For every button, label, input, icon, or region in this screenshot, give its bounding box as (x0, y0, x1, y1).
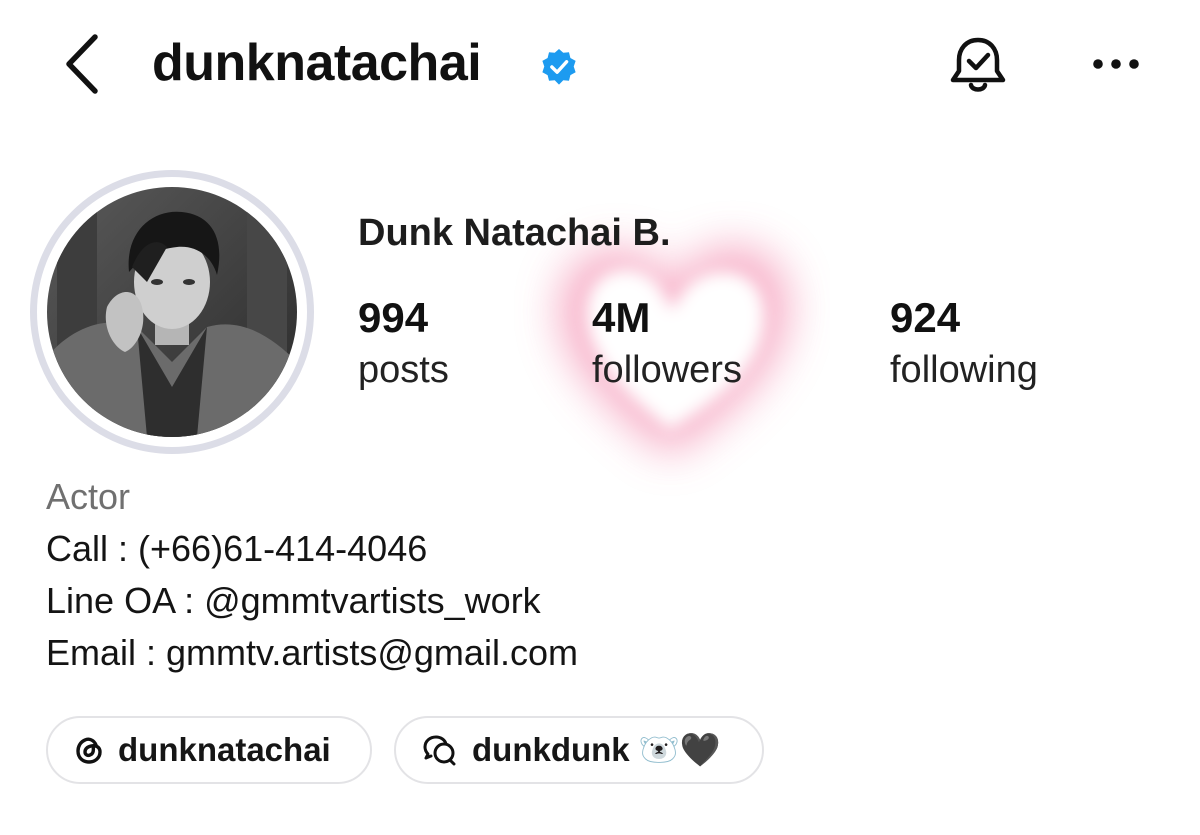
following-label: following (890, 349, 1038, 391)
chat-bubbles-icon (423, 735, 456, 766)
bell-check-icon (950, 37, 1006, 92)
bio-email[interactable]: Email : gmmtv.artists@gmail.com (46, 630, 578, 676)
bio-line-oa: Line OA : @gmmtvartists_work (46, 580, 541, 621)
followers-label: followers (592, 349, 742, 391)
profile-username: dunknatachai (152, 34, 482, 92)
display-name: Dunk Natachai B. (358, 212, 671, 254)
posts-count: 994 (358, 294, 429, 341)
more-horizontal-icon (1093, 59, 1139, 69)
threads-chip-label: dunknatachai (118, 731, 331, 768)
more-options-button[interactable] (1086, 40, 1146, 88)
avatar[interactable] (47, 187, 297, 437)
stat-followers[interactable]: 4M followers (592, 292, 742, 396)
posts-label: posts (358, 349, 449, 391)
stat-following[interactable]: 924 following (890, 292, 1038, 396)
bio-category: Actor (46, 476, 131, 517)
notifications-button[interactable] (942, 30, 1014, 102)
verified-badge-icon (542, 48, 576, 85)
threads-chip[interactable]: dunknatachai (46, 716, 372, 784)
bio-phone[interactable]: Call : (+66)61-414-4046 (46, 526, 427, 572)
dunkdunk-chip[interactable]: dunkdunk 🐻‍❄️🖤 (394, 716, 764, 784)
threads-icon (76, 737, 102, 764)
followers-count: 4M (592, 294, 651, 341)
stat-posts[interactable]: 994 posts (358, 292, 449, 396)
dunkdunk-chip-label: dunkdunk 🐻‍❄️🖤 (472, 730, 721, 768)
chevron-left-icon (66, 34, 98, 94)
back-button[interactable] (56, 32, 108, 96)
following-count: 924 (890, 294, 961, 341)
